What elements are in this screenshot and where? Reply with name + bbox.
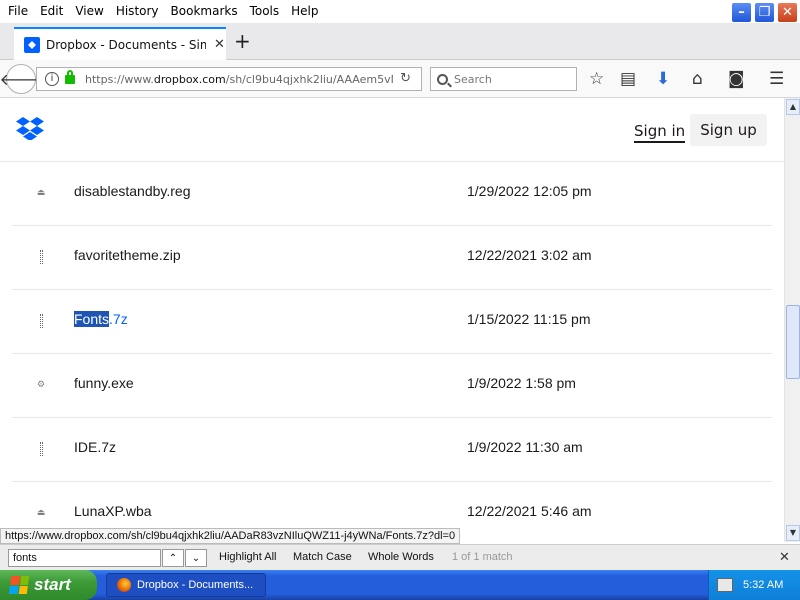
dropbox-logo-icon[interactable] — [16, 116, 44, 140]
page-viewport: Sign in Sign up ⏏ disablestandby.reg 1/2… — [0, 98, 784, 542]
url-text: https://www.dropbox.com/sh/cl9bu4qjxhk2l… — [85, 72, 393, 86]
search-input[interactable]: Search — [430, 67, 577, 91]
zip-file-icon — [32, 310, 50, 332]
file-date: 12/22/2021 3:02 am — [467, 247, 592, 263]
search-icon — [437, 73, 448, 85]
start-button[interactable]: start — [0, 570, 97, 600]
reload-icon[interactable]: ↻ — [400, 71, 411, 86]
vertical-scrollbar[interactable]: ▲ ▼ — [784, 98, 800, 542]
windows-flag-icon — [8, 576, 30, 594]
find-bar: fonts ⌃ ⌄ Highlight All Match Case Whole… — [0, 544, 800, 570]
downloads-icon[interactable]: ⬇ — [656, 69, 670, 89]
nav-bar: 🡐 i https://www.dropbox.com/sh/cl9bu4qjx… — [0, 60, 800, 98]
file-name-link[interactable]: Fonts.7z — [74, 311, 128, 327]
file-row[interactable]: Fonts.7z 1/15/2022 11:15 pm — [12, 290, 772, 354]
file-row[interactable]: ⏏ disablestandby.reg 1/29/2022 12:05 pm — [12, 162, 772, 226]
minimize-button[interactable]: – — [731, 2, 752, 23]
file-name[interactable]: LunaXP.wba — [74, 503, 152, 519]
lock-icon[interactable] — [65, 69, 75, 84]
file-date: 1/9/2022 11:30 am — [467, 439, 583, 455]
zip-file-icon — [32, 246, 50, 268]
dropbox-header: Sign in Sign up — [0, 98, 784, 162]
menu-bar: File Edit View History Bookmarks Tools H… — [2, 0, 325, 22]
exe-file-icon: ⚙ — [36, 380, 46, 390]
chevron-down-icon: ⌄ — [191, 552, 201, 564]
file-row[interactable]: favoritetheme.zip 12/22/2021 3:02 am — [12, 226, 772, 290]
find-input[interactable]: fonts — [8, 549, 161, 567]
hamburger-menu-icon[interactable]: ☰ — [769, 69, 784, 89]
clock[interactable]: 5:32 AM — [743, 579, 783, 591]
dropbox-favicon-icon — [24, 36, 40, 53]
reg-file-icon: ⏏ — [36, 508, 46, 518]
taskbar-item-label: Dropbox - Documents... — [137, 579, 254, 591]
file-name[interactable]: disablestandby.reg — [74, 183, 190, 199]
match-count: 1 of 1 match — [452, 551, 513, 563]
tab-dropbox[interactable]: Dropbox - Documents - Simpli ✕ — [14, 27, 226, 60]
network-icon[interactable] — [717, 578, 733, 592]
taskbar-item-firefox[interactable]: Dropbox - Documents... — [106, 573, 266, 597]
file-date: 1/9/2022 1:58 pm — [467, 375, 576, 391]
sign-up-button[interactable]: Sign up — [690, 114, 767, 146]
find-highlight: Fonts — [74, 311, 110, 327]
menu-bookmarks[interactable]: Bookmarks — [165, 0, 244, 22]
title-bar: File Edit View History Bookmarks Tools H… — [0, 0, 800, 23]
tab-strip: Dropbox - Documents - Simpli ✕ + — [0, 23, 800, 60]
system-tray: 5:32 AM — [708, 570, 800, 600]
file-date: 12/22/2021 5:46 am — [467, 503, 592, 519]
menu-tools[interactable]: Tools — [244, 0, 286, 22]
file-date: 1/15/2022 11:15 pm — [467, 311, 591, 327]
match-case-toggle[interactable]: Match Case — [293, 551, 352, 563]
file-name[interactable]: funny.exe — [74, 375, 134, 391]
highlight-all-toggle[interactable]: Highlight All — [219, 551, 276, 563]
close-window-button[interactable]: ✕ — [777, 2, 798, 23]
chevron-up-icon: ⌃ — [168, 552, 178, 564]
info-icon[interactable]: i — [45, 72, 59, 86]
reg-file-icon: ⏏ — [36, 188, 46, 198]
maximize-button[interactable]: ❐ — [754, 2, 775, 23]
file-row[interactable]: ⚙ funny.exe 1/9/2022 1:58 pm — [12, 354, 772, 418]
bookmark-star-icon[interactable]: ☆ — [589, 69, 604, 89]
sign-in-link[interactable]: Sign in — [634, 122, 686, 143]
file-date: 1/29/2022 12:05 pm — [467, 183, 592, 199]
zip-file-icon — [32, 438, 50, 460]
file-row[interactable]: IDE.7z 1/9/2022 11:30 am — [12, 418, 772, 482]
reading-list-icon[interactable]: ▤ — [620, 69, 636, 89]
firefox-icon — [117, 578, 131, 592]
close-find-bar-icon[interactable]: ✕ — [779, 549, 790, 565]
menu-history[interactable]: History — [110, 0, 165, 22]
tab-title: Dropbox - Documents - Simpli — [46, 37, 206, 52]
find-previous-button[interactable]: ⌃ — [162, 549, 184, 567]
menu-file[interactable]: File — [2, 0, 34, 22]
url-bar[interactable]: i https://www.dropbox.com/sh/cl9bu4qjxhk… — [36, 67, 422, 91]
back-button[interactable]: 🡐 — [0, 64, 42, 94]
link-status-text: https://www.dropbox.com/sh/cl9bu4qjxhk2l… — [0, 528, 461, 544]
scroll-up-icon[interactable]: ▲ — [786, 99, 800, 115]
close-tab-icon[interactable]: ✕ — [214, 37, 225, 52]
scroll-down-icon[interactable]: ▼ — [786, 525, 800, 541]
file-name[interactable]: IDE.7z — [74, 439, 116, 455]
new-tab-button[interactable]: + — [234, 31, 251, 51]
menu-help[interactable]: Help — [285, 0, 324, 22]
scroll-thumb[interactable] — [786, 305, 800, 379]
start-label: start — [34, 575, 71, 594]
whole-words-toggle[interactable]: Whole Words — [368, 551, 434, 563]
file-name[interactable]: favoritetheme.zip — [74, 247, 181, 263]
pocket-icon[interactable]: ◙ — [728, 69, 745, 89]
find-next-button[interactable]: ⌄ — [185, 549, 207, 567]
menu-view[interactable]: View — [69, 0, 109, 22]
search-placeholder: Search — [454, 72, 492, 86]
taskbar: start Dropbox - Documents... 5:32 AM — [0, 570, 800, 600]
menu-edit[interactable]: Edit — [34, 0, 69, 22]
home-icon[interactable]: ⌂ — [692, 69, 703, 89]
